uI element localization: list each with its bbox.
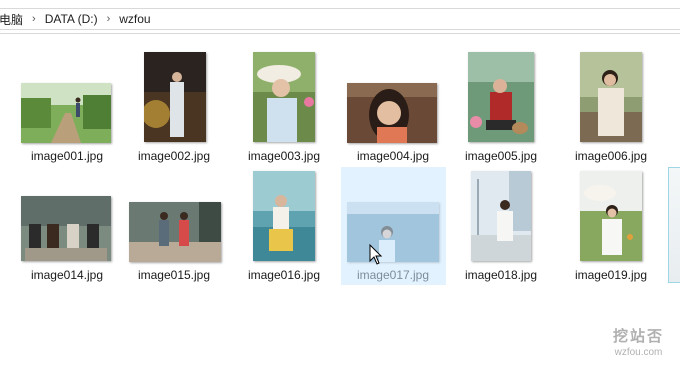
file-name: image014.jpg: [30, 268, 104, 282]
image-thumbnail: [144, 52, 206, 142]
file-name: image016.jpg: [247, 268, 321, 282]
file-item-image014[interactable]: image014.jpg: [15, 167, 119, 285]
image-thumbnail: [21, 196, 111, 261]
watermark-text: 挖站否: [612, 328, 664, 345]
file-item-image018[interactable]: image018.jpg: [449, 167, 553, 285]
breadcrumb[interactable]: 电脑 › DATA (D:) › wzfou: [0, 8, 680, 30]
file-name: image002.jpg: [137, 149, 211, 163]
image-thumbnail: [129, 202, 221, 262]
address-bar: 电脑 › DATA (D:) › wzfou: [0, 0, 680, 34]
chevron-right-icon[interactable]: ›: [27, 13, 41, 25]
image-thumbnail: [347, 83, 437, 143]
breadcrumb-item-computer[interactable]: 电脑: [0, 11, 27, 28]
file-explorer-window: 电脑 › DATA (D:) › wzfou image001.jpg imag…: [0, 0, 680, 366]
file-name: image003.jpg: [247, 149, 321, 163]
breadcrumb-item-folder[interactable]: wzfou: [115, 12, 154, 26]
breadcrumb-item-drive[interactable]: DATA (D:): [41, 12, 102, 26]
file-item-image002[interactable]: image002.jpg: [122, 48, 226, 166]
file-name: image018.jpg: [464, 268, 538, 282]
file-item-image003[interactable]: image003.jpg: [232, 48, 336, 166]
file-name: image006.jpg: [574, 149, 648, 163]
mouse-pointer-icon: [369, 244, 383, 265]
image-thumbnail: [471, 171, 531, 261]
file-item-image016[interactable]: image016.jpg: [232, 167, 336, 285]
watermark-url: wzfou.com: [614, 347, 663, 358]
image-thumbnail: [580, 171, 642, 261]
file-item-image006[interactable]: image006.jpg: [559, 48, 663, 166]
file-item-image001[interactable]: image001.jpg: [15, 48, 119, 166]
file-name: image017.jpg: [356, 268, 430, 282]
file-item-image017[interactable]: image017.jpg: [341, 167, 445, 285]
file-name: image015.jpg: [137, 268, 211, 282]
file-item-image005[interactable]: image005.jpg: [449, 48, 553, 166]
image-thumbnail: [580, 52, 642, 142]
file-name: image001.jpg: [30, 149, 104, 163]
image-thumbnail: [21, 83, 111, 143]
file-name: image005.jpg: [464, 149, 538, 163]
image-thumbnail: [468, 52, 534, 142]
watermark: 挖站否 wzfou.com: [613, 325, 664, 358]
file-item-image015[interactable]: image015.jpg: [122, 167, 226, 285]
file-item-image019[interactable]: image019.jpg: [559, 167, 663, 285]
image-thumbnail: [253, 171, 315, 261]
image-thumbnail: [253, 52, 315, 142]
chevron-right-icon[interactable]: ›: [102, 13, 116, 25]
file-item-partial[interactable]: [668, 167, 680, 283]
file-item-image004[interactable]: image004.jpg: [341, 48, 445, 166]
file-name: image004.jpg: [356, 149, 430, 163]
file-name: image019.jpg: [574, 268, 648, 282]
image-thumbnail: [347, 202, 439, 262]
